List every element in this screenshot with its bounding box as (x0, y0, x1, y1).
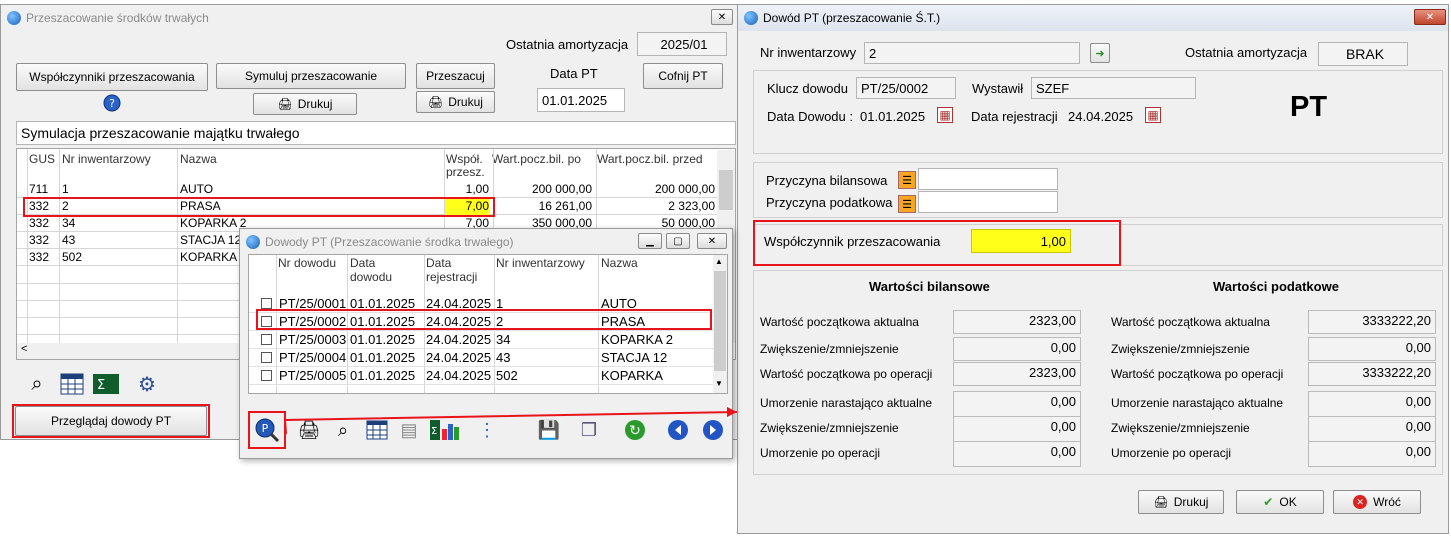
arrow-connector (283, 407, 738, 435)
